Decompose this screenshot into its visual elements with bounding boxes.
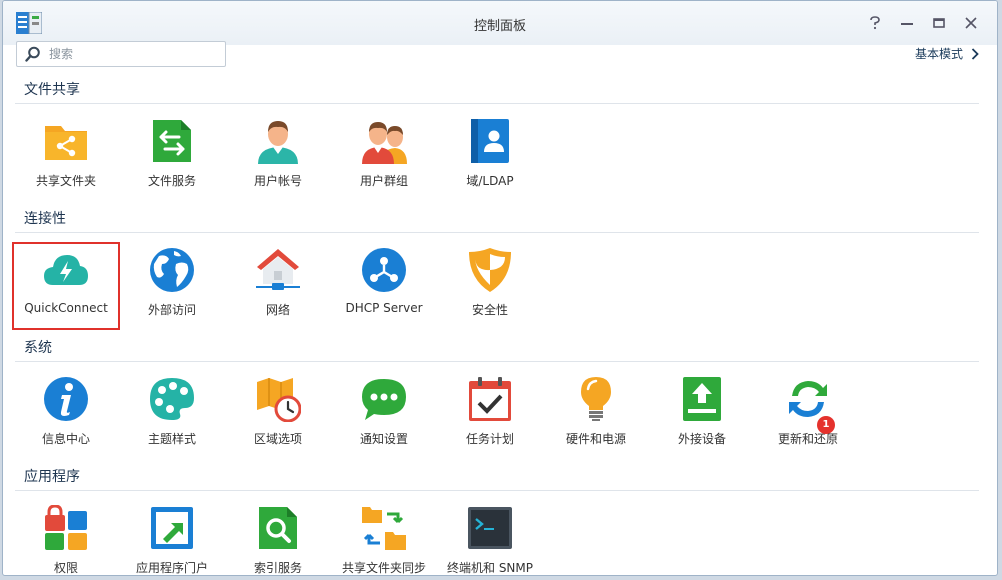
close-button[interactable] xyxy=(959,11,983,35)
item-label: 用户群组 xyxy=(359,174,408,188)
item-privileges[interactable]: 权限 xyxy=(13,501,119,575)
item-shared-folder[interactable]: 共享文件夹 xyxy=(13,114,119,200)
app-portal-icon xyxy=(151,507,193,549)
search-icon xyxy=(25,46,40,62)
item-label: 共享文件夹 xyxy=(35,174,96,188)
title-bar[interactable]: 控制面板 xyxy=(3,1,997,45)
basic-mode-link[interactable]: 基本模式 xyxy=(915,45,979,62)
maximize-icon xyxy=(933,18,945,28)
item-label: 终端机和 SNMP xyxy=(447,561,533,575)
item-external-devices[interactable]: 外接设备 xyxy=(649,372,755,458)
item-terminal-snmp[interactable]: 终端机和 SNMP xyxy=(437,501,543,575)
item-label: 用户帐号 xyxy=(253,174,302,188)
window-controls xyxy=(863,11,983,35)
item-group[interactable]: 用户群组 xyxy=(331,114,437,200)
terminal-icon xyxy=(468,507,512,549)
external-device-icon xyxy=(683,377,721,421)
security-shield-icon xyxy=(469,248,511,292)
item-label: 区域选项 xyxy=(253,432,302,446)
item-domain-ldap[interactable]: 域/LDAP xyxy=(437,114,543,200)
minimize-button[interactable] xyxy=(895,11,919,35)
item-quickconnect[interactable]: QuickConnect xyxy=(12,242,120,330)
item-user[interactable]: 用户帐号 xyxy=(225,114,331,200)
user-icon xyxy=(258,121,298,164)
item-label: 任务计划 xyxy=(465,432,514,446)
item-label: 信息中心 xyxy=(41,432,90,446)
toolbar: 基本模式 xyxy=(3,41,997,75)
help-icon xyxy=(870,16,880,30)
search-input[interactable] xyxy=(47,46,221,62)
item-label: DHCP Server xyxy=(345,301,423,315)
globe-icon xyxy=(150,248,194,292)
item-hardware-power[interactable]: 硬件和电源 xyxy=(543,372,649,458)
item-external-access[interactable]: 外部访问 xyxy=(119,243,225,329)
item-label: 网络 xyxy=(265,303,290,317)
dhcp-server-icon xyxy=(362,248,406,292)
section-header-connectivity: 连接性 xyxy=(15,204,979,233)
item-network[interactable]: 网络 xyxy=(225,243,331,329)
item-update-restore[interactable]: 1 更新和还原 xyxy=(755,372,861,458)
palette-icon xyxy=(150,378,194,420)
search-box[interactable] xyxy=(16,41,226,67)
item-shared-folder-sync[interactable]: 共享文件夹同步 xyxy=(331,501,437,575)
item-security[interactable]: 安全性 xyxy=(437,243,543,329)
privileges-icon xyxy=(45,505,87,550)
control-panel-window: 控制面板 基本模式 文件共享 xyxy=(2,0,998,576)
section-connectivity: QuickConnect 外部访问 网络 DHCP Server 安全性 xyxy=(3,233,997,333)
item-label: 共享文件夹同步 xyxy=(341,561,426,575)
window-title: 控制面板 xyxy=(473,19,526,34)
item-label: 通知设置 xyxy=(359,432,408,446)
chevron-right-icon xyxy=(971,47,979,60)
item-application-portal[interactable]: 应用程序门户 xyxy=(119,501,225,575)
update-count-badge: 1 xyxy=(817,416,835,434)
maximize-button[interactable] xyxy=(927,11,951,35)
item-label: QuickConnect xyxy=(24,301,108,315)
item-label: 外接设备 xyxy=(677,432,726,446)
item-label: 外部访问 xyxy=(147,303,196,317)
domain-ldap-icon xyxy=(471,119,509,163)
item-label: 文件服务 xyxy=(147,174,196,188)
quickconnect-cloud-icon xyxy=(44,255,88,285)
item-indexing-service[interactable]: 索引服务 xyxy=(225,501,331,575)
bulb-icon xyxy=(581,377,611,421)
item-label: 域/LDAP xyxy=(466,174,514,188)
basic-mode-label: 基本模式 xyxy=(914,47,963,61)
item-label: 索引服务 xyxy=(253,561,302,575)
section-header-file-sharing: 文件共享 xyxy=(15,75,979,104)
info-icon xyxy=(44,377,88,421)
item-notification[interactable]: 通知设置 xyxy=(331,372,437,458)
close-icon xyxy=(965,17,977,29)
notification-chat-icon xyxy=(362,379,406,420)
task-calendar-icon xyxy=(469,377,511,421)
item-regional-options[interactable]: 区域选项 xyxy=(225,372,331,458)
item-label: 安全性 xyxy=(471,303,508,317)
index-search-icon xyxy=(259,507,297,549)
folder-sync-icon xyxy=(362,507,406,550)
minimize-icon xyxy=(901,23,913,25)
section-header-system: 系统 xyxy=(15,333,979,362)
regional-clock-icon xyxy=(257,378,301,422)
item-dhcp-server[interactable]: DHCP Server xyxy=(331,243,437,329)
item-label: 主题样式 xyxy=(147,432,196,446)
section-applications: 权限 应用程序门户 索引服务 共享文件夹同步 终端机和 SNMP xyxy=(3,491,997,575)
network-house-icon xyxy=(256,249,300,290)
section-system: 信息中心 主题样式 区域选项 通知设置 任务计划 硬件和电源 外接设备 1 更新… xyxy=(3,362,997,462)
shared-folder-icon xyxy=(45,126,87,160)
section-header-applications: 应用程序 xyxy=(15,462,979,491)
group-icon xyxy=(362,122,407,164)
section-file-sharing: 共享文件夹 文件服务 用户帐号 用户群组 域/LDAP xyxy=(3,104,997,204)
file-services-icon xyxy=(153,120,191,162)
item-label: 权限 xyxy=(53,561,78,575)
item-label: 应用程序门户 xyxy=(135,561,208,575)
item-task-scheduler[interactable]: 任务计划 xyxy=(437,372,543,458)
help-button[interactable] xyxy=(863,11,887,35)
item-theme[interactable]: 主题样式 xyxy=(119,372,225,458)
item-label: 硬件和电源 xyxy=(565,432,626,446)
item-info-center[interactable]: 信息中心 xyxy=(13,372,119,458)
item-file-services[interactable]: 文件服务 xyxy=(119,114,225,200)
